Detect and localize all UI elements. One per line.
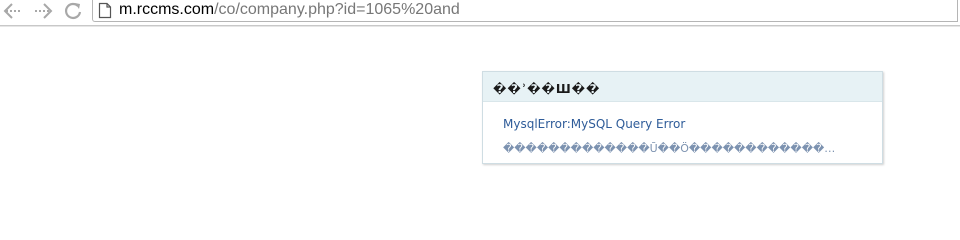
url-host: m.rccms.com <box>119 1 215 18</box>
address-bar[interactable]: m.rccms.com/co/company.php?id=1065%20and <box>92 0 958 22</box>
reload-icon <box>65 2 82 19</box>
url-path: /co/company.php?id=1065%20and <box>214 1 460 18</box>
error-dialog-title: ��ʾ��Ш�� <box>483 72 882 102</box>
arrow-right-icon <box>35 3 53 19</box>
browser-toolbar: m.rccms.com/co/company.php?id=1065%20and <box>0 0 960 26</box>
error-detail: �������������Ū��Ö������������… <box>503 142 836 155</box>
back-button[interactable] <box>2 0 24 22</box>
error-message: MysqlError:MySQL Query Error <box>503 117 686 131</box>
address-url[interactable]: m.rccms.com/co/company.php?id=1065%20and <box>119 0 460 21</box>
reload-button[interactable] <box>62 0 84 22</box>
arrow-left-icon <box>3 3 21 19</box>
page-icon <box>98 2 112 23</box>
forward-button[interactable] <box>32 0 54 22</box>
error-dialog: ��ʾ��Ш�� MysqlError:MySQL Query Error ��… <box>482 71 883 164</box>
